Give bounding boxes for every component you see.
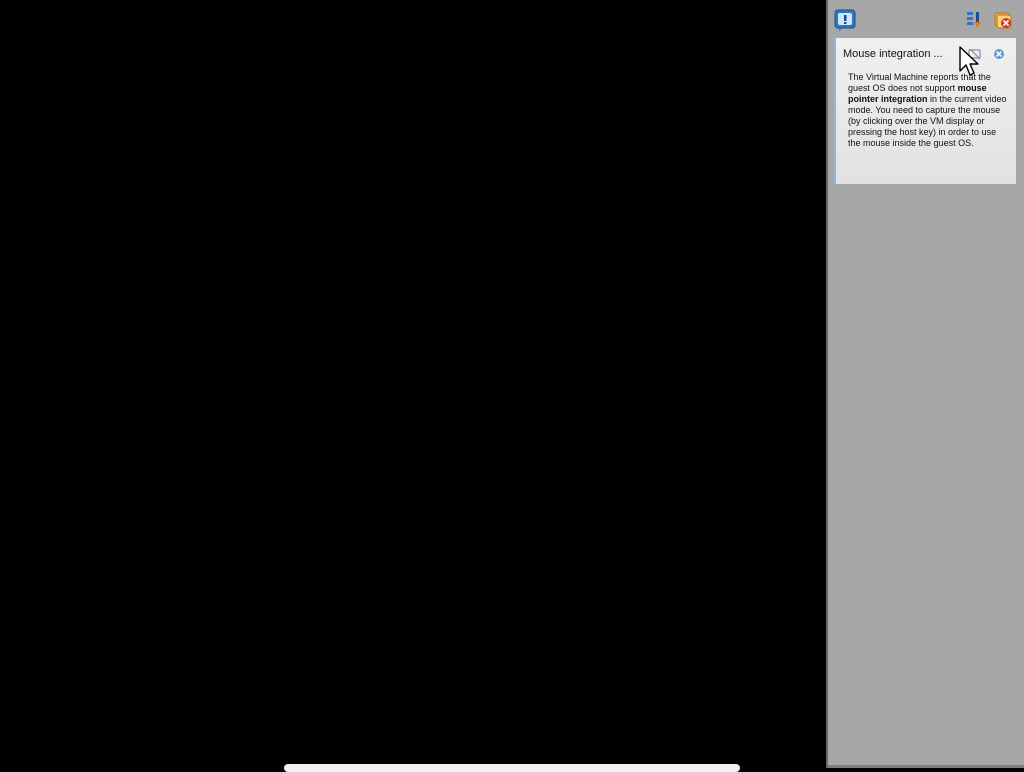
close-icon[interactable]	[992, 47, 1006, 61]
notification-body: The Virtual Machine reports that the gue…	[848, 72, 1008, 149]
vm-bottom-bar[interactable]	[284, 764, 740, 772]
close-all-icon[interactable]	[992, 9, 1014, 31]
mouse-pointer-icon	[959, 46, 979, 78]
notification-card: Mouse integration ... The Virtual Machin…	[834, 38, 1016, 184]
notification-center-panel: Mouse integration ... The Virtual Machin…	[826, 0, 1024, 768]
vm-display[interactable]	[0, 0, 826, 768]
sort-icon[interactable]	[964, 9, 986, 31]
notification-center-icon[interactable]	[834, 9, 856, 31]
notification-title: Mouse integration ...	[843, 48, 943, 60]
